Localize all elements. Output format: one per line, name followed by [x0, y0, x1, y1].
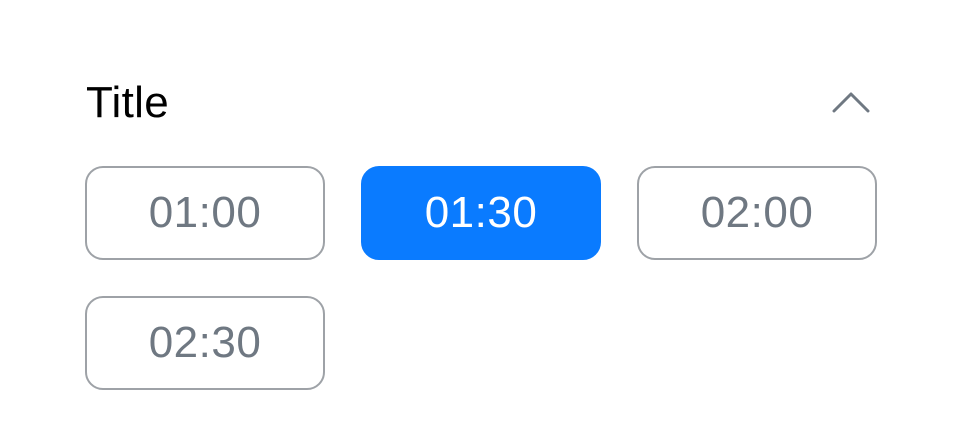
section-title: Title	[86, 78, 169, 127]
section-header: Title	[85, 70, 875, 134]
time-slot-panel: Title 01:00 01:30 02:00 02:30	[85, 70, 877, 390]
collapse-button[interactable]	[829, 84, 873, 120]
chevron-up-icon	[832, 92, 870, 113]
time-slot-0200[interactable]: 02:00	[637, 166, 877, 260]
time-slot-0100[interactable]: 01:00	[85, 166, 325, 260]
time-slot-0130[interactable]: 01:30	[361, 166, 601, 260]
time-slot-grid: 01:00 01:30 02:00 02:30	[85, 166, 877, 390]
time-slot-0230[interactable]: 02:30	[85, 296, 325, 390]
